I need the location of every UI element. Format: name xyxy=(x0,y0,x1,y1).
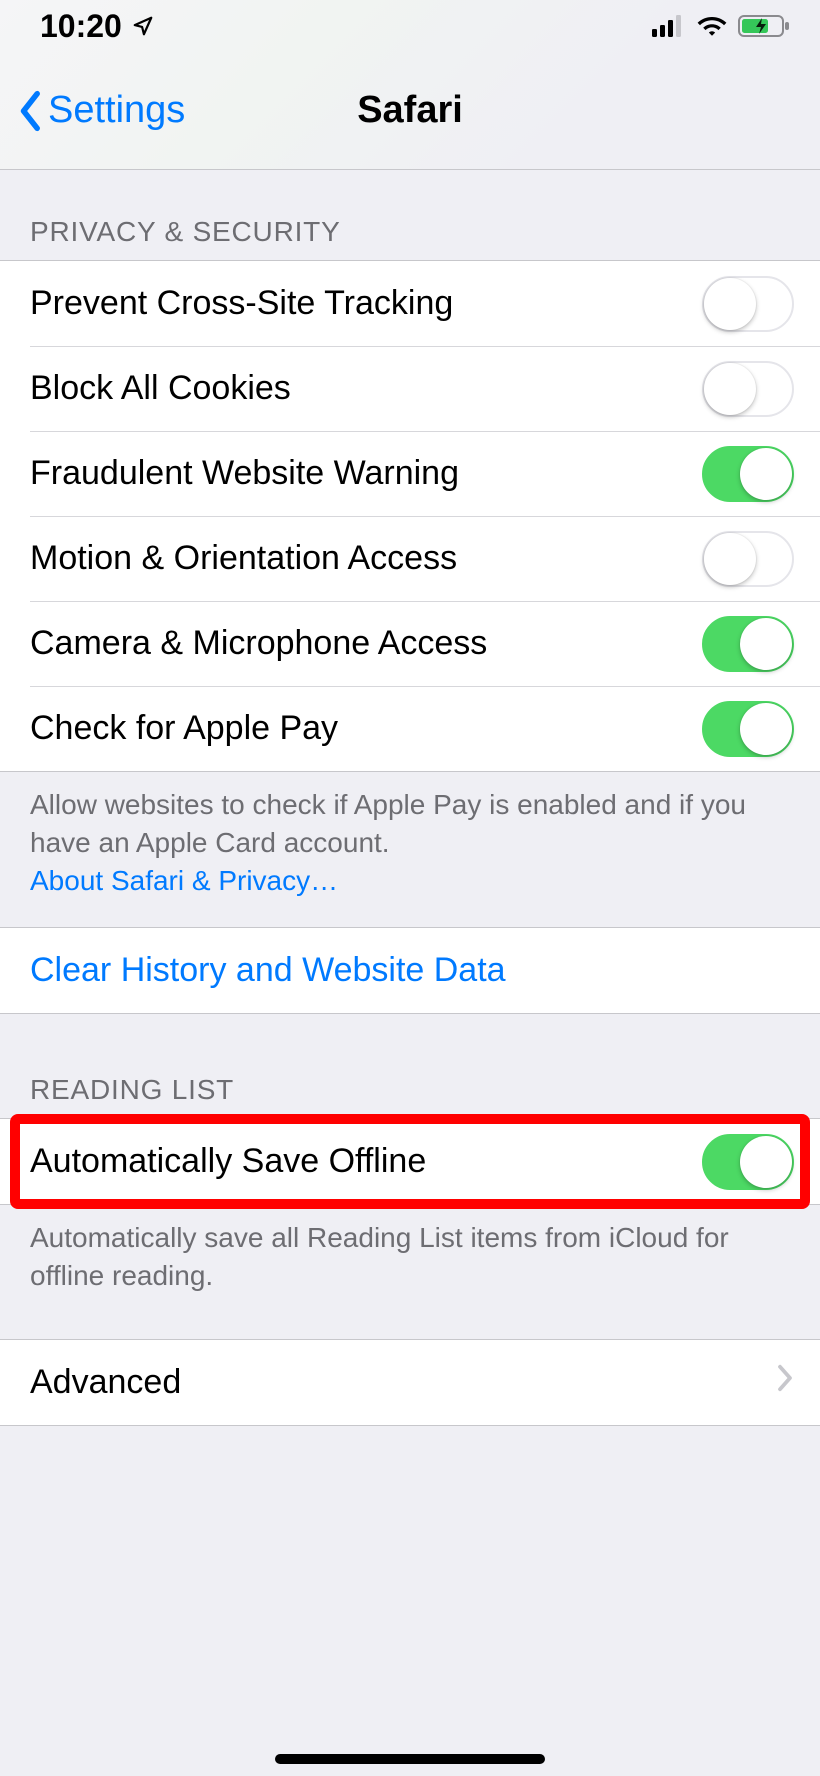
privacy-group: Prevent Cross-Site Tracking Block All Co… xyxy=(0,260,820,772)
section-header-privacy: PRIVACY & SECURITY xyxy=(0,170,820,260)
status-right xyxy=(652,14,790,38)
location-icon xyxy=(132,8,154,45)
motion-access-label: Motion & Orientation Access xyxy=(30,539,702,578)
apple-pay-cell[interactable]: Check for Apple Pay xyxy=(0,686,820,771)
advanced-cell[interactable]: Advanced xyxy=(0,1340,820,1425)
clear-group: Clear History and Website Data xyxy=(0,927,820,1014)
clear-history-button[interactable]: Clear History and Website Data xyxy=(0,928,820,1013)
nav-bar: Settings Safari xyxy=(0,52,820,170)
status-time: 10:20 xyxy=(40,8,122,45)
advanced-label: Advanced xyxy=(30,1363,776,1402)
status-bar: 10:20 xyxy=(0,0,820,52)
apple-pay-toggle[interactable] xyxy=(702,701,794,757)
auto-save-offline-cell[interactable]: Automatically Save Offline xyxy=(0,1119,820,1204)
reading-list-group: Automatically Save Offline xyxy=(0,1118,820,1205)
prevent-tracking-cell[interactable]: Prevent Cross-Site Tracking xyxy=(0,261,820,346)
clear-history-label: Clear History and Website Data xyxy=(30,951,794,990)
fraud-warning-toggle[interactable] xyxy=(702,446,794,502)
battery-icon xyxy=(738,14,790,38)
reading-list-footer: Automatically save all Reading List item… xyxy=(0,1205,820,1309)
block-cookies-label: Block All Cookies xyxy=(30,369,702,408)
privacy-footer: Allow websites to check if Apple Pay is … xyxy=(0,772,820,913)
chevron-right-icon xyxy=(776,1363,794,1402)
prevent-tracking-label: Prevent Cross-Site Tracking xyxy=(30,284,702,323)
apple-pay-label: Check for Apple Pay xyxy=(30,709,702,748)
about-privacy-link[interactable]: About Safari & Privacy… xyxy=(30,865,338,896)
motion-access-cell[interactable]: Motion & Orientation Access xyxy=(0,516,820,601)
back-label: Settings xyxy=(48,89,185,132)
camera-mic-toggle[interactable] xyxy=(702,616,794,672)
fraud-warning-cell[interactable]: Fraudulent Website Warning xyxy=(0,431,820,516)
camera-mic-label: Camera & Microphone Access xyxy=(30,624,702,663)
wifi-icon xyxy=(696,14,728,38)
cellular-icon xyxy=(652,15,686,37)
section-header-reading-list: READING LIST xyxy=(0,1014,820,1118)
block-cookies-toggle[interactable] xyxy=(702,361,794,417)
auto-save-offline-toggle[interactable] xyxy=(702,1134,794,1190)
auto-save-offline-label: Automatically Save Offline xyxy=(30,1142,702,1181)
auto-save-highlight: Automatically Save Offline xyxy=(0,1118,820,1205)
chevron-left-icon xyxy=(16,90,46,132)
home-indicator[interactable] xyxy=(275,1754,545,1764)
camera-mic-cell[interactable]: Camera & Microphone Access xyxy=(0,601,820,686)
status-left: 10:20 xyxy=(40,8,154,45)
prevent-tracking-toggle[interactable] xyxy=(702,276,794,332)
back-button[interactable]: Settings xyxy=(16,89,185,132)
page-title: Safari xyxy=(357,89,463,132)
privacy-footer-text: Allow websites to check if Apple Pay is … xyxy=(30,789,746,858)
advanced-group: Advanced xyxy=(0,1339,820,1426)
fraud-warning-label: Fraudulent Website Warning xyxy=(30,454,702,493)
block-cookies-cell[interactable]: Block All Cookies xyxy=(0,346,820,431)
motion-access-toggle[interactable] xyxy=(702,531,794,587)
